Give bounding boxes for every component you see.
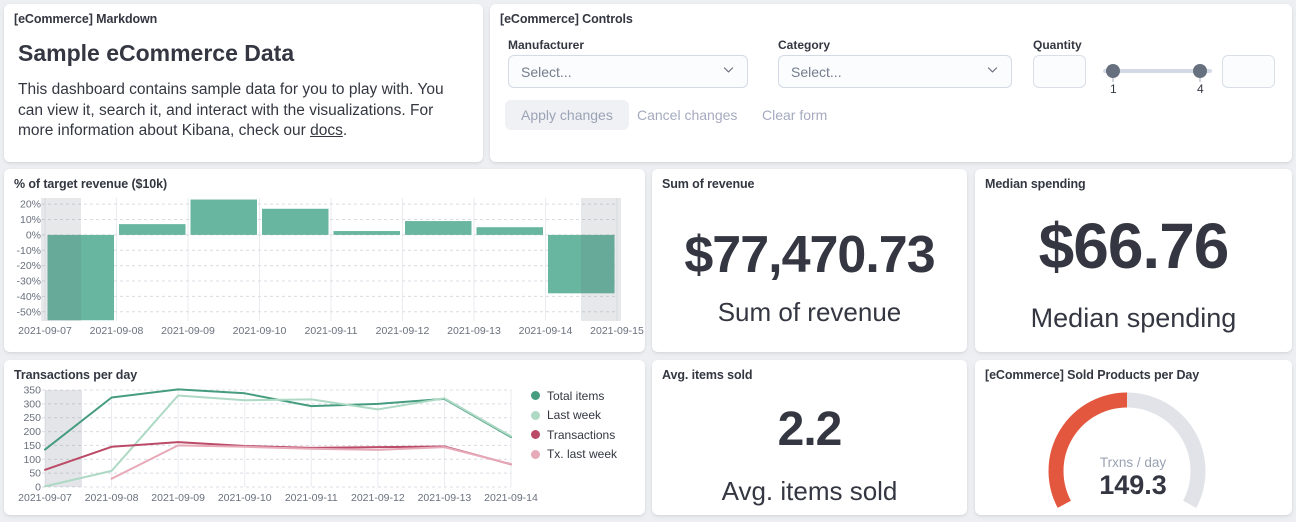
slider-handle-max[interactable]	[1193, 64, 1207, 78]
svg-text:200: 200	[23, 426, 41, 438]
sum-revenue-label: Sum of revenue	[652, 297, 967, 328]
avg-items-label: Avg. items sold	[652, 476, 967, 507]
quantity-range-slider: 1 4	[1103, 55, 1212, 88]
gauge-metric-value: 149.3	[1033, 470, 1233, 501]
manufacturer-placeholder: Select...	[521, 64, 572, 80]
panel-avg-items-sold: Avg. items sold 2.2 Avg. items sold	[652, 360, 967, 515]
legend-label: Total items	[547, 389, 604, 403]
svg-text:50: 50	[29, 468, 41, 480]
legend-dot	[531, 411, 540, 420]
panel-median-spending: Median spending $66.76 Median spending	[975, 169, 1292, 352]
median-spending-label: Median spending	[975, 303, 1292, 334]
avg-items-value: 2.2	[652, 402, 967, 457]
legend-dot	[531, 450, 540, 459]
panel-title: Transactions per day	[14, 368, 137, 382]
markdown-text-suffix: .	[343, 122, 347, 139]
svg-text:20%: 20%	[20, 199, 41, 211]
panel-title: [eCommerce] Controls	[500, 12, 633, 26]
chart-legend: Total items Last week Transactions Tx. last…	[531, 386, 617, 464]
svg-text:2021-09-11: 2021-09-11	[305, 325, 358, 337]
cancel-changes-button[interactable]: Cancel changes	[637, 100, 737, 130]
legend-dot	[531, 430, 540, 439]
panel-title: % of target revenue ($10k)	[14, 177, 167, 191]
svg-text:2021-09-07: 2021-09-07	[18, 492, 72, 504]
svg-text:-10%: -10%	[16, 245, 41, 257]
panel-title: [eCommerce] Markdown	[14, 12, 157, 26]
svg-text:10%: 10%	[20, 214, 41, 226]
markdown-body: This dashboard contains sample data for …	[18, 80, 462, 142]
median-spending-value: $66.76	[975, 209, 1292, 283]
svg-text:2021-09-08: 2021-09-08	[85, 492, 139, 504]
slider-min-label: 1	[1110, 82, 1117, 96]
legend-label: Last week	[547, 408, 601, 422]
markdown-heading: Sample eCommerce Data	[18, 40, 294, 67]
svg-text:2021-09-12: 2021-09-12	[376, 325, 430, 337]
quantity-label: Quantity	[1033, 38, 1082, 52]
chevron-down-icon	[722, 63, 735, 81]
svg-text:250: 250	[23, 412, 41, 424]
slider-max-label: 4	[1197, 82, 1204, 96]
manufacturer-label: Manufacturer	[508, 38, 584, 52]
svg-text:0%: 0%	[26, 229, 41, 241]
svg-text:2021-09-10: 2021-09-10	[218, 492, 272, 504]
category-select[interactable]: Select...	[778, 55, 1012, 88]
svg-text:2021-09-08: 2021-09-08	[90, 325, 144, 337]
legend-item[interactable]: Tx. last week	[531, 445, 617, 465]
markdown-text: This dashboard contains sample data for …	[18, 81, 444, 139]
svg-text:300: 300	[23, 398, 41, 410]
manufacturer-select[interactable]: Select...	[508, 55, 748, 88]
svg-text:150: 150	[23, 440, 41, 452]
legend-item[interactable]: Last week	[531, 406, 617, 426]
panel-markdown: [eCommerce] Markdown Sample eCommerce Da…	[4, 4, 483, 162]
gauge-metric-label: Trxns / day	[1033, 455, 1233, 470]
quantity-min-input[interactable]	[1033, 55, 1086, 88]
svg-text:2021-09-13: 2021-09-13	[418, 492, 472, 504]
sum-revenue-value: $77,470.73	[652, 225, 967, 285]
svg-text:-40%: -40%	[16, 291, 41, 303]
svg-text:2021-09-09: 2021-09-09	[161, 325, 215, 337]
panel-title: Avg. items sold	[662, 368, 752, 382]
legend-item[interactable]: Transactions	[531, 425, 617, 445]
legend-label: Transactions	[547, 428, 615, 442]
svg-text:2021-09-07: 2021-09-07	[18, 325, 72, 337]
svg-text:2021-09-14: 2021-09-14	[519, 325, 573, 337]
panel-target-revenue: % of target revenue ($10k) 20% 10% 0% -10% -…	[4, 169, 645, 352]
docs-link[interactable]: docs	[310, 122, 343, 139]
svg-text:2021-09-13: 2021-09-13	[447, 325, 501, 337]
panel-title: Sum of revenue	[662, 177, 754, 191]
target-revenue-bar-chart[interactable]: 20% 10% 0% -10% -20% -30% -40% -50% 2021-09-07 20…	[4, 191, 645, 352]
svg-text:2021-09-12: 2021-09-12	[351, 492, 405, 504]
panel-sum-revenue: Sum of revenue $77,470.73 Sum of revenue	[652, 169, 967, 352]
legend-dot	[531, 391, 540, 400]
svg-text:-30%: -30%	[16, 276, 41, 288]
svg-text:100: 100	[23, 454, 41, 466]
legend-item[interactable]: Total items	[531, 386, 617, 406]
svg-text:2021-09-09: 2021-09-09	[151, 492, 205, 504]
legend-label: Tx. last week	[547, 447, 617, 461]
quantity-max-input[interactable]	[1222, 55, 1275, 88]
panel-controls: [eCommerce] Controls Manufacturer Select…	[490, 4, 1292, 162]
panel-title: Median spending	[985, 177, 1086, 191]
panel-transactions-per-day: Transactions per day 350300 250 200 150 100 5…	[4, 360, 645, 515]
svg-text:-50%: -50%	[16, 306, 41, 318]
panel-sold-products-gauge: [eCommerce] Sold Products per Day Trxns …	[975, 360, 1292, 515]
svg-text:2021-09-11: 2021-09-11	[285, 492, 338, 504]
svg-text:350: 350	[23, 385, 41, 397]
clear-form-button[interactable]: Clear form	[762, 100, 827, 130]
svg-text:-20%: -20%	[16, 260, 41, 272]
svg-text:2021-09-15: 2021-09-15	[590, 325, 644, 337]
panel-title: [eCommerce] Sold Products per Day	[985, 368, 1199, 382]
svg-text:2021-09-14: 2021-09-14	[484, 492, 538, 504]
dashboard: [eCommerce] Markdown Sample eCommerce Da…	[0, 0, 1296, 522]
apply-changes-button[interactable]: Apply changes	[505, 100, 629, 130]
category-placeholder: Select...	[791, 64, 842, 80]
chevron-down-icon	[986, 63, 999, 81]
slider-handle-min[interactable]	[1106, 64, 1120, 78]
svg-text:2021-09-10: 2021-09-10	[233, 325, 287, 337]
category-label: Category	[778, 38, 830, 52]
